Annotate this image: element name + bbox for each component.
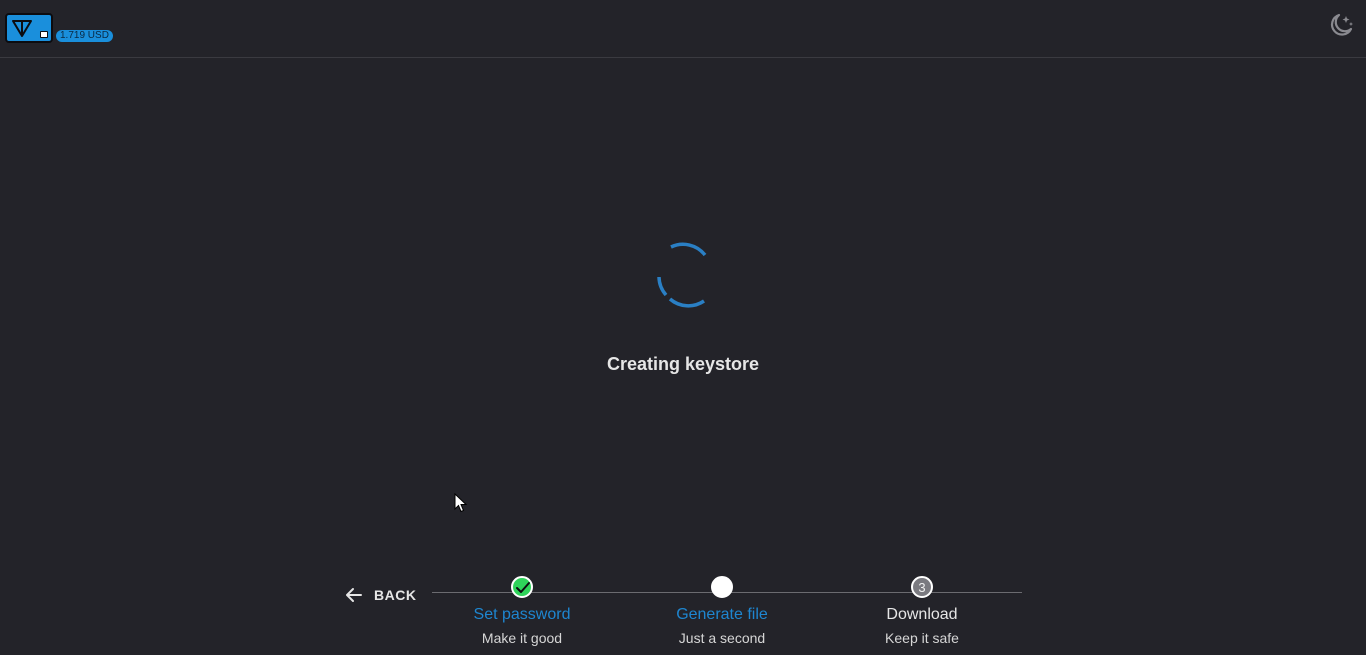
step-subtitle: Just a second — [678, 630, 766, 646]
step-title: Download — [886, 606, 958, 623]
wallet-indicator-icon — [40, 31, 48, 38]
price-badge: 1.719 USD — [56, 30, 113, 42]
step-download: 3 Download Keep it safe — [822, 576, 1022, 646]
arrow-left-icon — [346, 588, 362, 602]
step-number-badge: 2 — [711, 576, 733, 598]
moon-stars-icon — [1330, 13, 1353, 36]
step-title: Generate file — [676, 606, 768, 623]
check-icon — [511, 576, 533, 598]
header-bar: 1.719 USD — [0, 0, 1366, 58]
status-text: Creating keystore — [606, 354, 760, 374]
step-number-badge: 3 — [911, 576, 933, 598]
mouse-cursor-icon — [454, 492, 468, 518]
step-subtitle: Keep it safe — [885, 630, 959, 646]
step-generate-file: 2 Generate file Just a second — [622, 576, 822, 646]
app-window: 1.719 USD Creating keystore BACK Set pas… — [0, 0, 1366, 655]
step-title: Set password — [473, 606, 571, 623]
theme-toggle-button[interactable] — [1325, 10, 1355, 40]
loading-spinner-icon — [652, 241, 714, 314]
back-button[interactable]: BACK — [344, 582, 416, 608]
ton-diamond-icon — [12, 20, 32, 37]
back-label: BACK — [374, 587, 417, 603]
step-subtitle: Make it good — [481, 630, 563, 646]
ton-wallet-logo-icon[interactable] — [5, 13, 53, 43]
step-set-password: Set password Make it good — [422, 576, 622, 646]
